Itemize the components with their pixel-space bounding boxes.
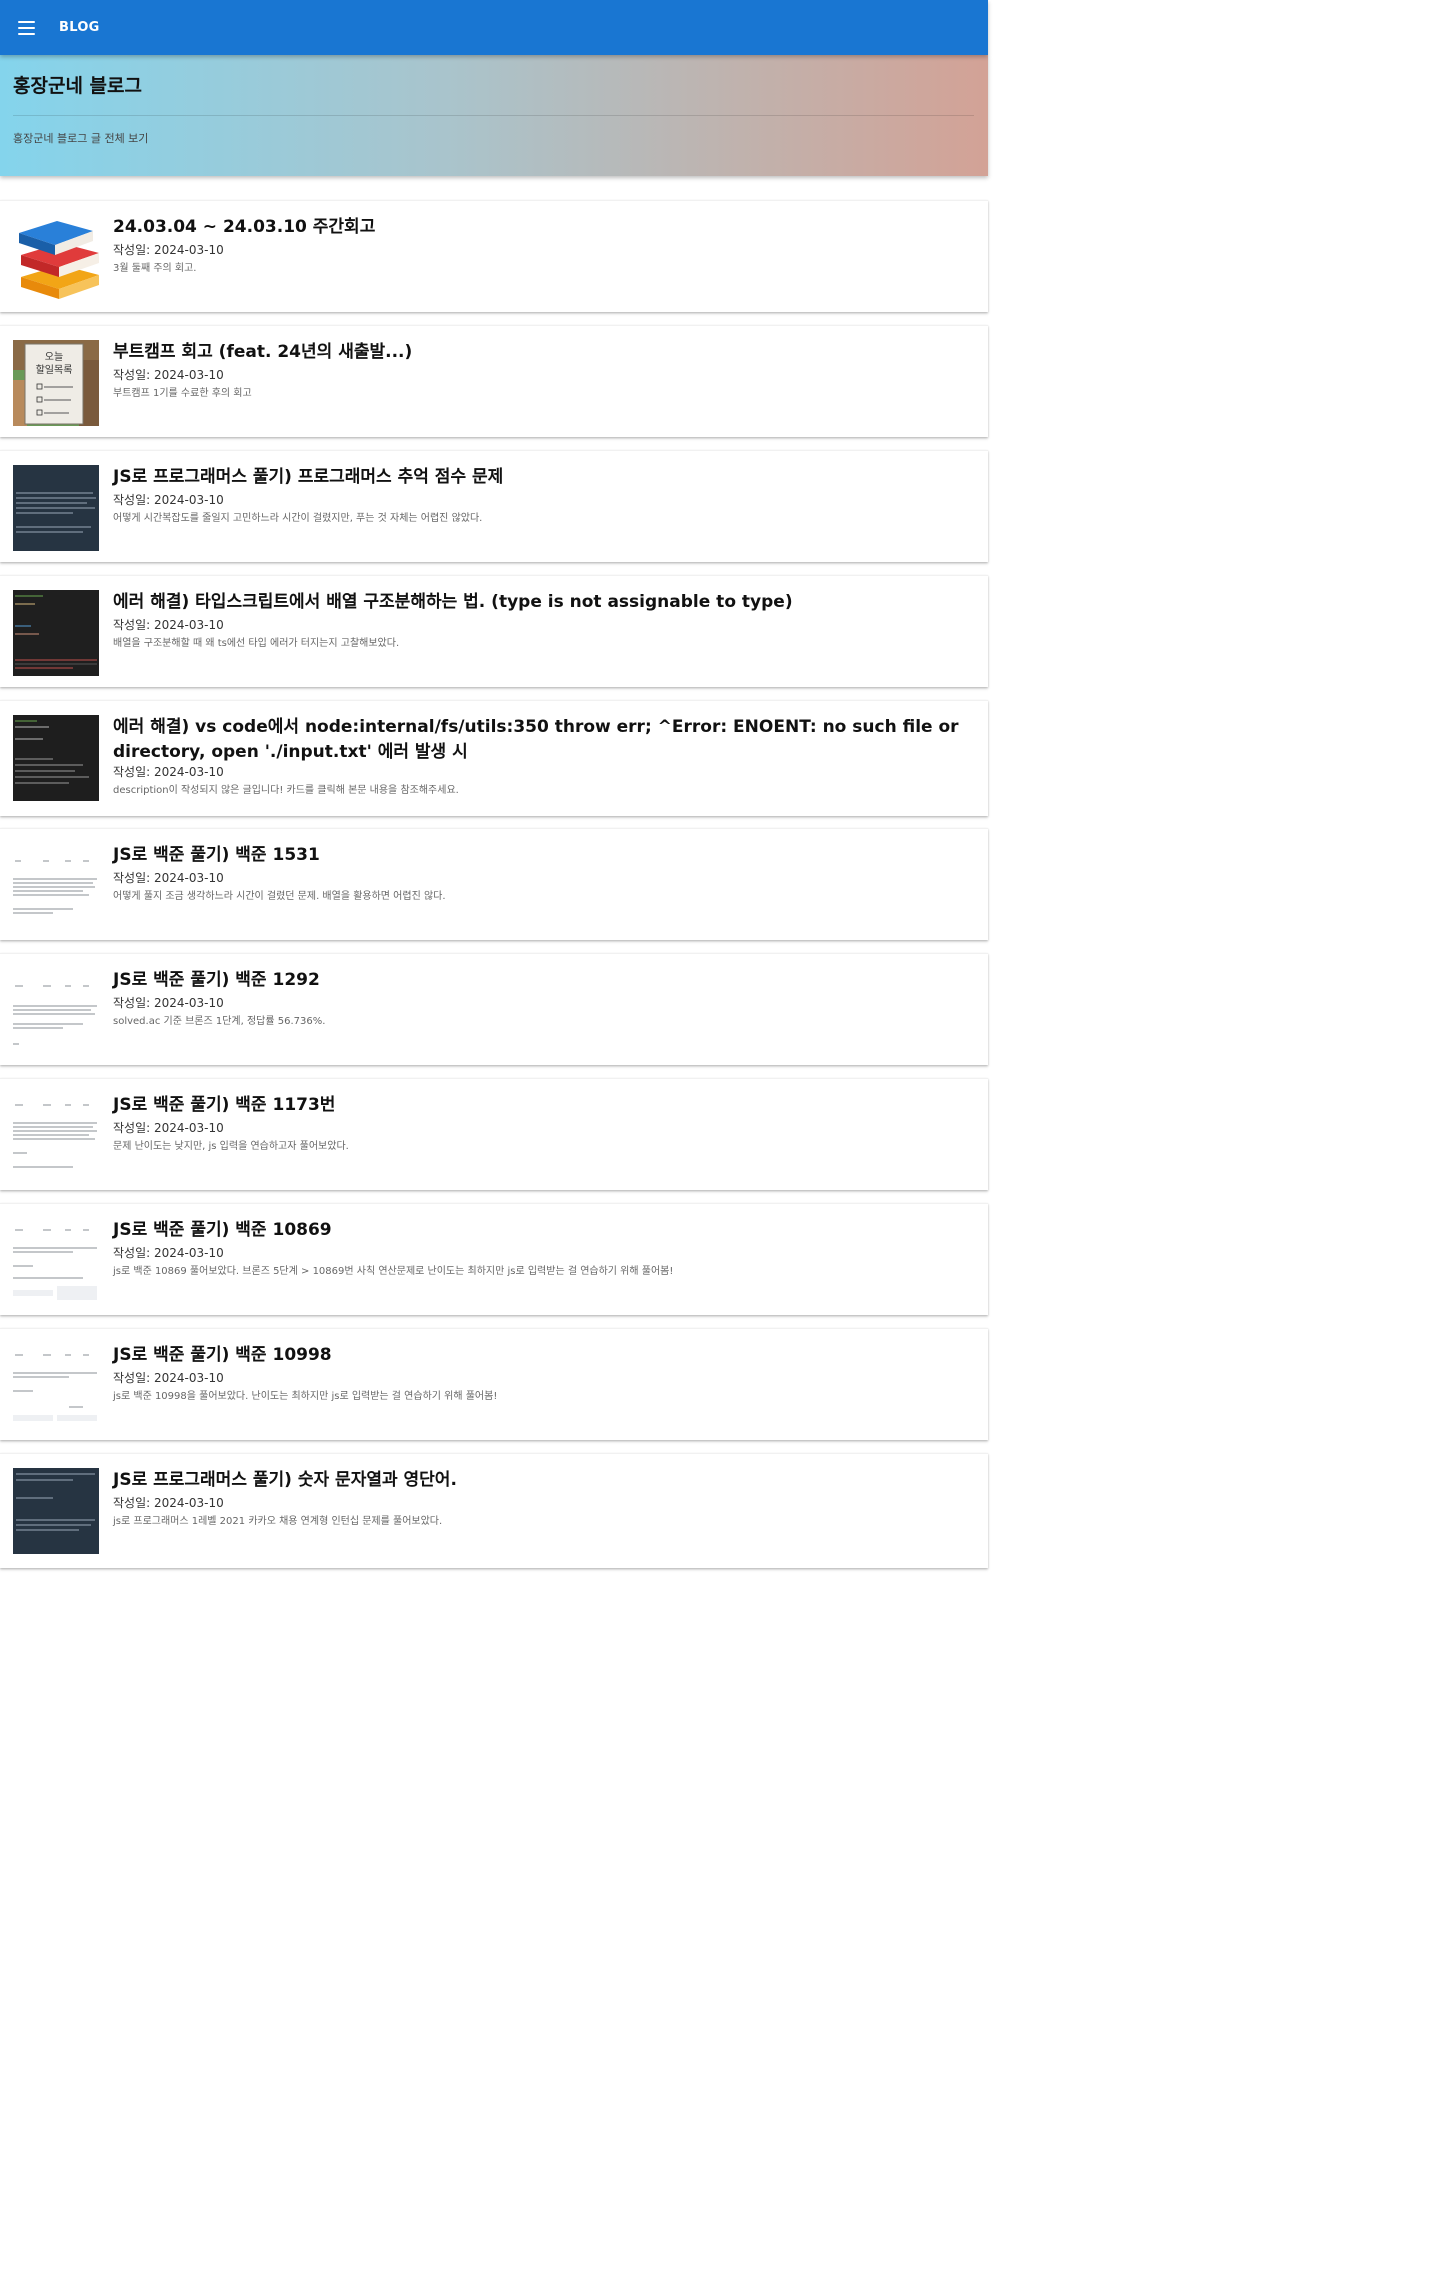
post-card[interactable]: JS로 백준 풀기) 백준 1531 작성일: 2024-03-10 어떻게 풀… — [0, 828, 988, 940]
post-description: 배열을 구조분해할 때 왜 ts에선 타입 에러가 터지는지 고찰해보았다. — [113, 638, 400, 649]
problem-page-screenshot — [13, 843, 99, 929]
blog-hero: 홍장군네 블로그 홍장군네 블로그 글 전체 보기 — [0, 55, 988, 176]
svg-text:오늘: 오늘 — [45, 351, 63, 363]
post-date: 작성일: 2024-03-10 — [113, 1121, 224, 1135]
terminal-screenshot — [13, 715, 99, 801]
post-card[interactable]: JS로 백준 풀기) 백준 10998 작성일: 2024-03-10 js로 … — [0, 1328, 988, 1440]
post-description: 부트캠프 1기를 수료한 후의 회고 — [113, 388, 252, 399]
post-title[interactable]: JS로 백준 풀기) 백준 1292 — [113, 968, 966, 993]
post-card[interactable]: JS로 백준 풀기) 백준 1292 작성일: 2024-03-10 solve… — [0, 953, 988, 1065]
post-description: 문제 난이도는 낮지만, js 입력을 연습하고자 풀어보았다. — [113, 1141, 349, 1152]
problem-page-screenshot — [13, 1343, 99, 1429]
problem-page-screenshot — [13, 1093, 99, 1179]
post-date: 작성일: 2024-03-10 — [113, 1496, 224, 1510]
post-title[interactable]: JS로 백준 풀기) 백준 1531 — [113, 843, 966, 868]
post-title[interactable]: 부트캠프 회고 (feat. 24년의 새출발...) — [113, 340, 966, 365]
post-date: 작성일: 2024-03-10 — [113, 243, 224, 257]
dark-text-screenshot — [13, 1468, 99, 1554]
code-editor-screenshot — [13, 590, 99, 676]
svg-text:할일목록: 할일목록 — [36, 364, 73, 376]
app-title[interactable]: BLOG — [59, 20, 100, 35]
post-title[interactable]: JS로 백준 풀기) 백준 10998 — [113, 1343, 966, 1368]
post-title[interactable]: JS로 프로그래머스 풀기) 숫자 문자열과 영단어. — [113, 1468, 966, 1493]
post-description: 어떻게 풀지 조금 생각하느라 시간이 걸렸던 문제. 배열을 활용하면 어렵진… — [113, 891, 446, 902]
post-card[interactable]: 24.03.04 ~ 24.03.10 주간회고 작성일: 2024-03-10… — [0, 200, 988, 312]
post-card[interactable]: JS로 백준 풀기) 백준 10869 작성일: 2024-03-10 js로 … — [0, 1203, 988, 1315]
post-description: js로 백준 10869 풀어보았다. 브론즈 5단계 > 10869번 사칙 … — [113, 1266, 674, 1277]
post-date: 작성일: 2024-03-10 — [113, 618, 224, 632]
post-date: 작성일: 2024-03-10 — [113, 1371, 224, 1385]
todo-list-illustration: 오늘 할일목록 — [13, 340, 99, 426]
hero-divider — [13, 115, 974, 116]
post-description: solved.ac 기준 브론즈 1단계, 정답률 56.736%. — [113, 1016, 326, 1027]
post-description: js로 프로그래머스 1레벨 2021 카카오 채용 연계형 인턴십 문제를 풀… — [113, 1516, 443, 1527]
post-title[interactable]: JS로 백준 풀기) 백준 1173번 — [113, 1093, 966, 1118]
post-description: 어떻게 시간복잡도를 줄일지 고민하느라 시간이 걸렸지만, 푸는 것 자체는 … — [113, 513, 483, 524]
post-card[interactable]: 에러 해결) vs code에서 node:internal/fs/utils:… — [0, 700, 988, 816]
blog-title: 홍장군네 블로그 — [13, 75, 142, 97]
post-description: js로 백준 10998을 풀어보았다. 난이도는 최하지만 js로 입력받는 … — [113, 1391, 498, 1402]
post-date: 작성일: 2024-03-10 — [113, 996, 224, 1010]
post-title[interactable]: 24.03.04 ~ 24.03.10 주간회고 — [113, 215, 966, 240]
post-card[interactable]: JS로 프로그래머스 풀기) 숫자 문자열과 영단어. 작성일: 2024-03… — [0, 1453, 988, 1568]
post-date: 작성일: 2024-03-10 — [113, 1246, 224, 1260]
post-title[interactable]: JS로 프로그래머스 풀기) 프로그래머스 추억 점수 문제 — [113, 465, 966, 490]
post-date: 작성일: 2024-03-10 — [113, 493, 224, 507]
post-date: 작성일: 2024-03-10 — [113, 368, 224, 382]
post-description: 3월 둘째 주의 회고. — [113, 263, 197, 274]
app-bar: BLOG — [0, 0, 988, 55]
post-title[interactable]: JS로 백준 풀기) 백준 10869 — [113, 1218, 966, 1243]
post-card[interactable]: JS로 백준 풀기) 백준 1173번 작성일: 2024-03-10 문제 난… — [0, 1078, 988, 1190]
books-illustration — [13, 215, 99, 301]
post-description: description이 작성되지 않은 글입니다! 카드를 클릭해 본문 내용… — [113, 785, 459, 796]
post-card[interactable]: JS로 프로그래머스 풀기) 프로그래머스 추억 점수 문제 작성일: 2024… — [0, 450, 988, 562]
view-all-posts-link[interactable]: 홍장군네 블로그 글 전체 보기 — [13, 130, 148, 146]
problem-page-screenshot — [13, 968, 99, 1054]
post-title[interactable]: 에러 해결) vs code에서 node:internal/fs/utils:… — [113, 715, 966, 765]
problem-page-screenshot — [13, 1218, 99, 1304]
post-card[interactable]: 에러 해결) 타입스크립트에서 배열 구조분해하는 법. (type is no… — [0, 575, 988, 687]
post-card[interactable]: 오늘 할일목록 부트캠프 회고 (feat. 24년의 새출발...) 작성일:… — [0, 325, 988, 437]
post-date: 작성일: 2024-03-10 — [113, 871, 224, 885]
post-date: 작성일: 2024-03-10 — [113, 765, 224, 779]
menu-icon[interactable] — [18, 18, 48, 38]
dark-text-screenshot — [13, 465, 99, 551]
post-title[interactable]: 에러 해결) 타입스크립트에서 배열 구조분해하는 법. (type is no… — [113, 590, 966, 615]
